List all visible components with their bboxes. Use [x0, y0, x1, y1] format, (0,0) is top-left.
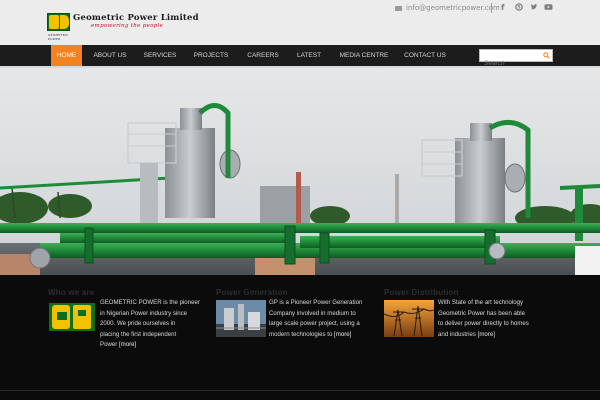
- section-text-power-distribution: With State of the art technology Geometr…: [438, 299, 529, 338]
- nav-home[interactable]: HOME: [51, 45, 82, 66]
- gp-logo-thumbnail: [48, 302, 98, 339]
- gp-logo-badge: GEOMETRIC POWER: [47, 13, 70, 41]
- footer-divider: [0, 390, 600, 391]
- more-link-who-we-are[interactable]: [more]: [119, 341, 136, 348]
- nav-contact-us[interactable]: CONTACT US: [401, 45, 449, 66]
- divider: [491, 3, 492, 13]
- logo-subtext: GEOMETRIC POWER: [48, 33, 69, 41]
- nav-services[interactable]: SERVICES: [140, 45, 180, 66]
- more-link-power-distribution[interactable]: [more]: [478, 331, 495, 338]
- more-link-power-generation[interactable]: [more]: [334, 331, 351, 338]
- power-generation-thumbnail: [216, 300, 266, 337]
- nav-latest[interactable]: LATEST: [292, 45, 326, 66]
- facebook-icon[interactable]: f: [501, 3, 504, 12]
- nav-about-us[interactable]: ABOUT US: [88, 45, 132, 66]
- youtube-icon[interactable]: [544, 3, 553, 13]
- company-tagline: empowering the people: [91, 23, 164, 29]
- email-text: info@geometricpower.com: [406, 4, 500, 12]
- company-logo[interactable]: GEOMETRIC POWER Geometric Power Limited …: [47, 13, 199, 41]
- nav-media-centre[interactable]: MEDIA CENTRE: [336, 45, 392, 66]
- nav-projects[interactable]: PROJECTS: [190, 45, 232, 66]
- section-text-power-generation: GP is a Pioneer Power Generation Company…: [269, 299, 363, 338]
- hero-power-plant-image: [0, 68, 600, 275]
- email-contact[interactable]: info@geometricpower.com: [395, 4, 500, 12]
- skype-icon[interactable]: S: [515, 3, 523, 13]
- company-name: Geometric Power Limited: [73, 13, 199, 23]
- twitter-icon[interactable]: [530, 3, 538, 13]
- search-box: [479, 49, 553, 69]
- nav-careers[interactable]: CAREERS: [243, 45, 283, 66]
- section-title-who-we-are: Who we are: [48, 288, 95, 297]
- envelope-icon: [395, 5, 402, 11]
- section-title-power-distribution: Power Distribution: [384, 288, 459, 297]
- section-title-power-generation: Power Generation: [216, 288, 288, 297]
- section-text-who-we-are: GEOMETRIC POWER is the pioneer in Nigeri…: [100, 299, 200, 348]
- svg-text:S: S: [517, 5, 520, 11]
- power-distribution-thumbnail: [384, 300, 434, 337]
- search-icon[interactable]: [543, 52, 550, 59]
